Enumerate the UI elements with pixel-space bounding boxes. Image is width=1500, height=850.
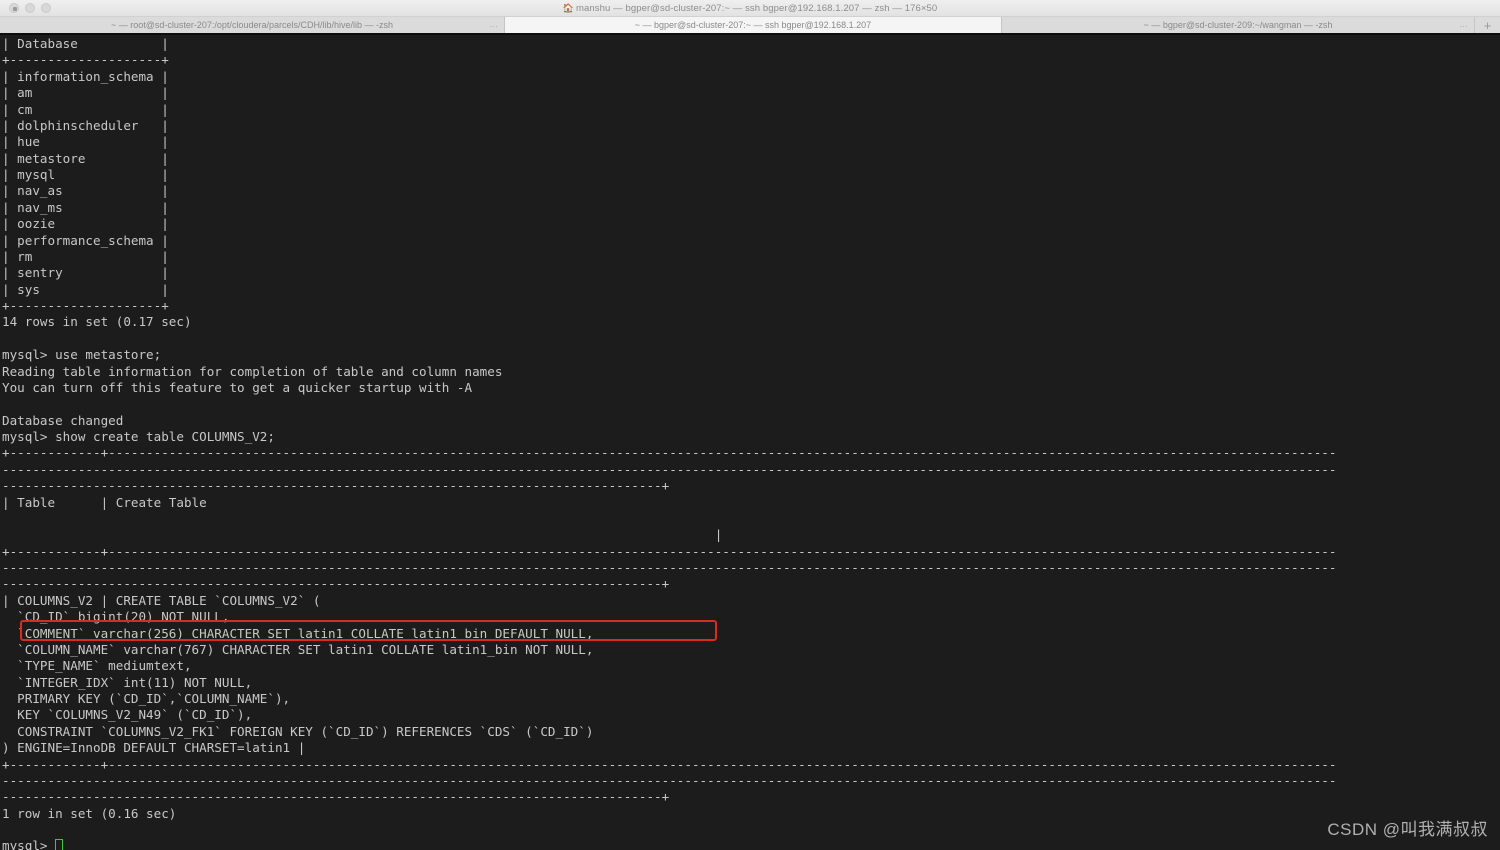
home-icon: 🏠 <box>562 2 574 13</box>
window-titlebar: 🏠 manshu — bgper@sd-cluster-207:~ — ssh b… <box>0 0 1500 17</box>
terminal-line: Reading table information for completion… <box>2 363 503 379</box>
terminal-output[interactable]: | Database | +--------------------+ | info… <box>0 35 1500 850</box>
tab-label: ~ — root@sd-cluster-207:/opt/cloudera/pa… <box>111 20 393 30</box>
terminal-line: | cm | <box>2 101 169 117</box>
terminal-line: CONSTRAINT `COLUMNS_V2_FK1` FOREIGN KEY … <box>2 723 594 739</box>
window-title: 🏠 manshu — bgper@sd-cluster-207:~ — ssh b… <box>0 3 1500 14</box>
terminal-line: `INTEGER_IDX` int(11) NOT NULL, <box>2 674 253 690</box>
terminal-line: | mysql | <box>2 167 169 182</box>
tab-bgper-cluster-209[interactable]: ~ — bgper@sd-cluster-209:~/wangman — -zs… <box>1002 17 1475 33</box>
terminal-line: +------------+--------------------------… <box>2 445 1337 461</box>
terminal-line: mysql> use metastore; <box>2 347 162 363</box>
terminal-line: `COLUMN_NAME` varchar(767) CHARACTER SET… <box>2 641 594 657</box>
terminal-line: | sys | <box>2 281 169 297</box>
terminal-line: +--------------------+ <box>2 298 169 313</box>
terminal-line: | oozie | <box>2 216 169 232</box>
tab-label: ~ — bgper@sd-cluster-207:~ — ssh bgper@1… <box>634 20 872 30</box>
terminal-line: 1 row in set (0.16 sec) <box>2 805 177 821</box>
terminal-line: PRIMARY KEY (`CD_ID`,`COLUMN_NAME`), <box>2 691 291 706</box>
tab-overflow-icon[interactable]: ... <box>1460 21 1468 29</box>
tab-bar: ~ — root@sd-cluster-207:/opt/cloudera/pa… <box>0 17 1500 35</box>
terminal-line: `COMMENT` varchar(256) CHARACTER SET lat… <box>2 625 594 641</box>
terminal-line: | nav_as | <box>2 183 169 199</box>
terminal-line: mysql> <box>2 838 1500 850</box>
terminal-line: | <box>2 527 723 543</box>
text-cursor <box>55 839 64 850</box>
tab-overflow-icon[interactable]: ... <box>490 21 498 29</box>
terminal-line: +------------+--------------------------… <box>2 756 1337 772</box>
terminal-line: KEY `COLUMNS_V2_N49` (`CD_ID`), <box>2 707 253 723</box>
terminal-line: | dolphinscheduler | <box>2 117 169 133</box>
terminal-line: | am | <box>2 85 169 101</box>
terminal-line: ----------------------------------------… <box>2 576 670 592</box>
terminal-line: mysql> show create table COLUMNS_V2; <box>2 429 275 444</box>
terminal-line: | Table | Create Table <box>2 494 1337 510</box>
terminal-line: ----------------------------------------… <box>2 461 1337 477</box>
terminal-line: | performance_schema | <box>2 232 169 248</box>
terminal-line: | Database | <box>2 36 169 51</box>
terminal-line: | metastore | <box>2 150 169 166</box>
terminal-line: `CD_ID` bigint(20) NOT NULL, <box>2 609 230 625</box>
terminal-line: ----------------------------------------… <box>2 478 670 494</box>
tab-bgper-cluster-207[interactable]: ~ — bgper@sd-cluster-207:~ — ssh bgper@1… <box>505 17 1002 33</box>
tab-root-cluster-207[interactable]: ~ — root@sd-cluster-207:/opt/cloudera/pa… <box>0 17 505 33</box>
new-tab-button[interactable]: + <box>1475 17 1500 33</box>
terminal-line: 14 rows in set (0.17 sec) <box>2 314 192 330</box>
window-title-text: manshu — bgper@sd-cluster-207:~ — ssh bg… <box>576 2 938 14</box>
terminal-line: | nav_ms | <box>2 199 169 215</box>
terminal-line: Database changed <box>2 412 124 428</box>
terminal-line: ----------------------------------------… <box>2 772 1337 788</box>
terminal-line: | sentry | <box>2 265 169 281</box>
terminal-window: 🏠 manshu — bgper@sd-cluster-207:~ — ssh b… <box>0 0 1500 850</box>
terminal-line: | information_schema | <box>2 68 169 84</box>
terminal-line: | rm | <box>2 248 169 264</box>
terminal-line: +--------------------+ <box>2 52 169 68</box>
terminal-line: | hue | <box>2 134 169 150</box>
terminal-line: | COLUMNS_V2 | CREATE TABLE `COLUMNS_V2`… <box>2 592 321 608</box>
terminal-line: ----------------------------------------… <box>2 560 1337 575</box>
terminal-line: `TYPE_NAME` mediumtext, <box>2 658 192 674</box>
terminal-line: ) ENGINE=InnoDB DEFAULT CHARSET=latin1 | <box>2 740 306 756</box>
tab-label: ~ — bgper@sd-cluster-209:~/wangman — -zs… <box>1143 20 1333 30</box>
terminal-line: ----------------------------------------… <box>2 789 670 805</box>
csdn-watermark: CSDN @叫我满叔叔 <box>1327 820 1488 839</box>
terminal-line: +------------+--------------------------… <box>2 543 1337 559</box>
terminal-line: You can turn off this feature to get a q… <box>2 379 473 395</box>
